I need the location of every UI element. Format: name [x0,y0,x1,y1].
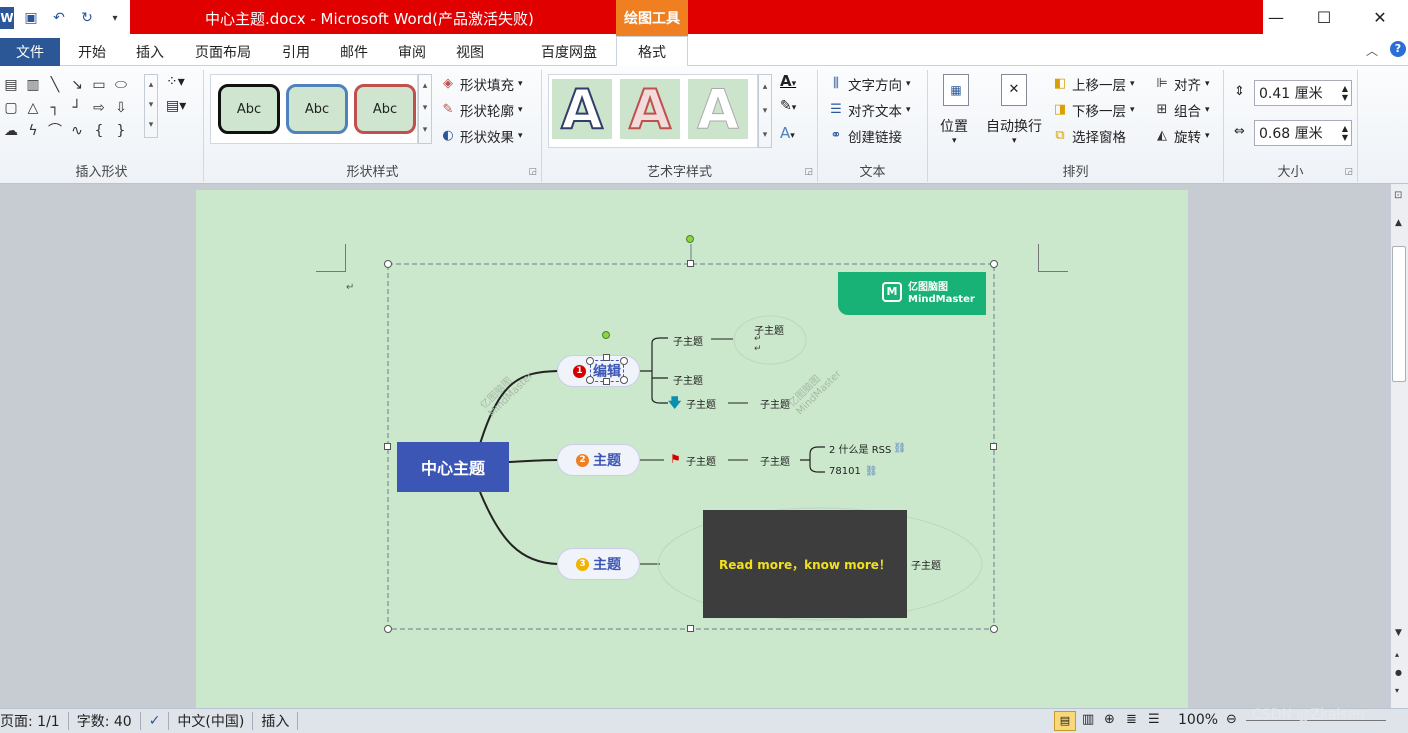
scroll-up-icon[interactable]: ▲ [1395,218,1402,228]
subtopic[interactable]: 子主题 [911,557,941,572]
resize-handle-ne[interactable] [990,260,998,268]
subtopic[interactable]: 子主题 [760,453,790,468]
rss-topic[interactable]: 2 什么是 RSS ⛓ [829,441,906,456]
priority-2-icon: 2 [576,453,589,467]
text-handle[interactable] [586,357,594,365]
browse-object-icon[interactable]: ● [1395,668,1402,677]
vertical-scrollbar[interactable]: ⊡ ▲ ▼ ▴ ● ▾ [1390,184,1408,708]
ruler-toggle-icon[interactable]: ⊡ [1394,190,1402,201]
text-rotate-handle[interactable] [602,331,610,339]
center-topic[interactable]: 中心主题 [397,442,509,492]
text-handle[interactable] [603,354,610,361]
mindmaster-logo-icon: M [882,282,902,302]
text-handle[interactable] [603,378,610,385]
red-flag-icon: ⚑ [670,452,681,466]
subtopic[interactable]: 子主题 [673,333,703,348]
proofing-icon[interactable]: ✓ [141,712,170,730]
resize-handle-sw[interactable] [384,625,392,633]
draft-icon[interactable]: ☰ [1148,712,1160,727]
main-topic-3[interactable]: 3 主题 [557,548,640,580]
zoom-out-icon[interactable]: ⊖ [1226,712,1237,727]
number-topic[interactable]: 78101 ⛓ [829,466,878,477]
outline-icon[interactable]: ≣ [1126,712,1137,727]
insert-mode[interactable]: 插入 [253,712,299,730]
scroll-down-icon[interactable]: ▼ [1395,628,1402,638]
previous-page-icon[interactable]: ▴ [1395,650,1399,659]
word-count[interactable]: 字数: 40 [69,712,141,730]
mindmaster-logo: M 亿图脑图 MindMaster [838,272,986,315]
csdn-watermark: CSDN @Zkaisen [1252,707,1366,723]
image-topic-read-more[interactable]: Read more，know more！ [703,510,907,618]
print-layout-icon[interactable]: ▤ [1054,711,1076,731]
zoom-level[interactable]: 100% [1178,712,1218,728]
down-arrow-icon: 🡇 [668,396,682,411]
page-count[interactable]: 页面: 1/1 [0,712,69,730]
subtopic[interactable]: 子主题 [686,453,716,468]
mindmap-connectors [387,244,995,630]
resize-handle-w[interactable] [384,443,391,450]
text-handle[interactable] [586,376,594,384]
text-handle[interactable] [620,357,628,365]
full-screen-reading-icon[interactable]: ▥ [1082,712,1094,727]
web-layout-icon[interactable]: ⊕ [1104,712,1115,727]
paragraph-marks: ↵ ↵ [754,334,762,354]
link-icon[interactable]: ⛓ [865,466,878,477]
resize-handle-se[interactable] [990,625,998,633]
subtopic[interactable]: 子主题 [686,396,716,411]
text-handle[interactable] [620,376,628,384]
resize-handle-s[interactable] [687,625,694,632]
link-icon[interactable]: ⛓ [893,443,906,454]
language[interactable]: 中文(中国) [169,712,254,730]
main-topic-2[interactable]: 2 主题 [557,444,640,476]
resize-handle-e[interactable] [990,443,997,450]
rotate-handle[interactable] [686,235,694,243]
resize-handle-nw[interactable] [384,260,392,268]
priority-1-icon: 1 [573,364,586,378]
subtopic[interactable]: 子主题 [760,396,790,411]
scroll-thumb[interactable] [1392,246,1406,382]
next-page-icon[interactable]: ▾ [1395,686,1399,695]
priority-3-icon: 3 [576,557,589,571]
subtopic[interactable]: 子主题 [673,372,703,387]
resize-handle-n[interactable] [687,260,694,267]
